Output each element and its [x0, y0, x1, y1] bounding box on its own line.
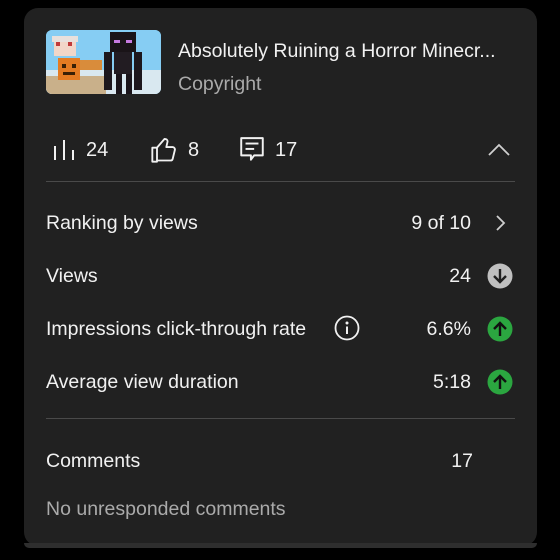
metric-label: Impressions click-through rate [46, 318, 307, 340]
comments-count-stat: 17 [275, 138, 298, 161]
metric-label: Average view duration [46, 371, 239, 393]
card-edge [24, 543, 537, 548]
metric-average-view-duration[interactable]: Average view duration 5:18 [46, 363, 515, 403]
metric-label: Views [46, 265, 98, 287]
thumbnail-image [46, 30, 161, 94]
metric-impressions-ctr[interactable]: Impressions click-through rate 6.6% [46, 310, 515, 350]
bar-chart-icon [54, 140, 74, 160]
divider [46, 181, 515, 182]
video-thumbnail[interactable] [46, 30, 161, 94]
chevron-up-icon [488, 143, 510, 156]
info-icon[interactable] [334, 315, 360, 341]
arrow-down-icon [487, 263, 513, 289]
metric-ranking-by-views[interactable]: Ranking by views 9 of 10 [46, 204, 515, 244]
metric-value: 6.6% [426, 318, 471, 340]
likes-stat[interactable]: 8 [150, 126, 199, 174]
video-header[interactable]: Absolutely Ruining a Horror Minecr... Co… [46, 30, 523, 100]
metric-value: 5:18 [433, 371, 471, 393]
comment-icon [240, 137, 264, 161]
metric-label: Ranking by views [46, 212, 198, 234]
arrow-up-icon [487, 369, 513, 395]
views-count: 24 [86, 138, 109, 161]
comments-stat[interactable]: 17 [239, 126, 297, 174]
visibility-label: Copyright [178, 73, 262, 95]
comments-status: No unresponded comments [46, 498, 286, 520]
metric-value: 9 of 10 [411, 212, 471, 234]
video-analytics-card: Absolutely Ruining a Horror Minecr... Co… [24, 8, 537, 546]
arrow-up-icon [487, 316, 513, 342]
comments-count: 17 [451, 450, 473, 472]
divider [46, 418, 515, 419]
collapse-button[interactable] [485, 136, 513, 164]
metric-value: 24 [449, 265, 471, 287]
chevron-right-icon [496, 215, 506, 231]
metric-views[interactable]: Views 24 [46, 257, 515, 297]
engagement-stats: 24 8 17 [46, 126, 515, 176]
thumbs-up-icon [151, 137, 176, 163]
views-stat[interactable]: 24 [52, 126, 108, 174]
video-title[interactable]: Absolutely Ruining a Horror Minecr... [178, 40, 523, 63]
comments-label[interactable]: Comments [46, 450, 140, 473]
likes-count: 8 [188, 138, 200, 161]
